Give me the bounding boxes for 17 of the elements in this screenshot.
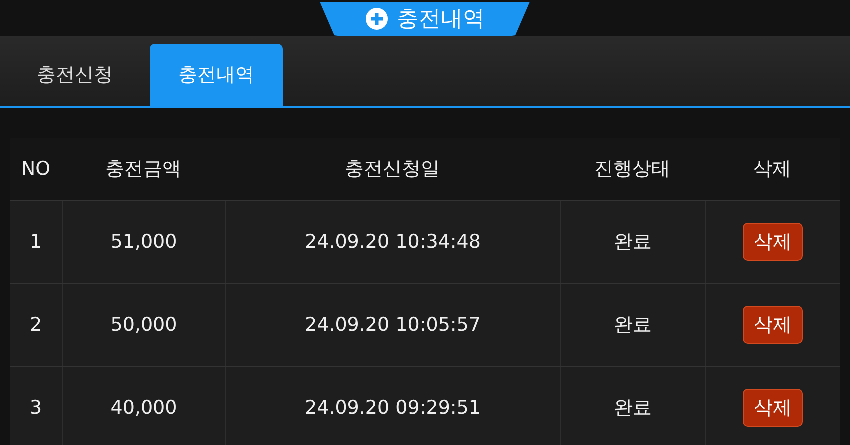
tab[interactable]: 충전신청	[10, 44, 140, 106]
table-cell: 40,000	[62, 367, 225, 445]
delete-button[interactable]: 삭제	[743, 306, 803, 344]
column-header: 충전금액	[104, 157, 182, 182]
table-cell-text: 3	[28, 396, 44, 421]
column-header: NO	[20, 157, 52, 182]
delete-button[interactable]: 삭제	[743, 223, 803, 261]
table-cell-text: 1	[28, 230, 44, 255]
delete-button[interactable]: 삭제	[743, 389, 803, 427]
column-header: 충전신청일	[344, 157, 441, 182]
table-cell: 24.09.20 09:29:51	[225, 367, 560, 445]
column-header: 삭제	[752, 157, 792, 182]
column-header: 진행상태	[594, 157, 672, 182]
plus-icon	[365, 7, 389, 31]
table-cell-text: 2	[28, 313, 44, 338]
title-text: 충전내역	[397, 6, 485, 34]
table-cell: 완료	[560, 367, 705, 445]
